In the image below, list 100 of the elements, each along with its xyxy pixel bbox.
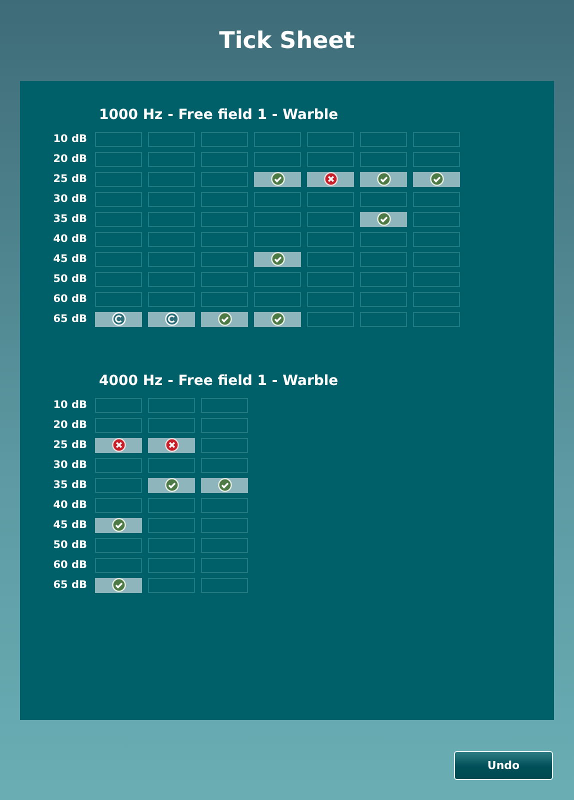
marked-cell[interactable]: [95, 312, 142, 326]
empty-cell[interactable]: [201, 578, 248, 592]
empty-cell[interactable]: [148, 272, 195, 286]
empty-cell[interactable]: [148, 212, 195, 226]
empty-cell[interactable]: [95, 292, 142, 306]
empty-cell[interactable]: [360, 192, 407, 206]
empty-cell[interactable]: [201, 518, 248, 532]
empty-cell[interactable]: [307, 192, 354, 206]
empty-cell[interactable]: [254, 292, 301, 306]
empty-cell[interactable]: [254, 272, 301, 286]
empty-cell[interactable]: [413, 132, 460, 146]
empty-cell[interactable]: [95, 272, 142, 286]
empty-cell[interactable]: [360, 232, 407, 246]
empty-cell[interactable]: [201, 212, 248, 226]
marked-cell[interactable]: [360, 172, 407, 186]
empty-cell[interactable]: [307, 252, 354, 266]
marked-cell[interactable]: [413, 172, 460, 186]
empty-cell[interactable]: [360, 132, 407, 146]
empty-cell[interactable]: [413, 292, 460, 306]
empty-cell[interactable]: [148, 498, 195, 512]
empty-cell[interactable]: [201, 152, 248, 166]
empty-cell[interactable]: [201, 292, 248, 306]
marked-cell[interactable]: [95, 578, 142, 592]
empty-cell[interactable]: [201, 252, 248, 266]
empty-cell[interactable]: [307, 232, 354, 246]
empty-cell[interactable]: [95, 498, 142, 512]
empty-cell[interactable]: [413, 152, 460, 166]
empty-cell[interactable]: [307, 292, 354, 306]
empty-cell[interactable]: [201, 438, 248, 452]
empty-cell[interactable]: [413, 252, 460, 266]
empty-cell[interactable]: [307, 212, 354, 226]
empty-cell[interactable]: [413, 192, 460, 206]
marked-cell[interactable]: [360, 212, 407, 226]
marked-cell[interactable]: [201, 478, 248, 492]
undo-button[interactable]: Undo: [454, 751, 553, 780]
empty-cell[interactable]: [95, 252, 142, 266]
marked-cell[interactable]: [95, 518, 142, 532]
empty-cell[interactable]: [148, 518, 195, 532]
empty-cell[interactable]: [148, 132, 195, 146]
empty-cell[interactable]: [95, 192, 142, 206]
empty-cell[interactable]: [360, 292, 407, 306]
empty-cell[interactable]: [360, 152, 407, 166]
empty-cell[interactable]: [148, 232, 195, 246]
empty-cell[interactable]: [95, 558, 142, 572]
empty-cell[interactable]: [413, 312, 460, 326]
empty-cell[interactable]: [95, 418, 142, 432]
empty-cell[interactable]: [360, 272, 407, 286]
empty-cell[interactable]: [413, 212, 460, 226]
empty-cell[interactable]: [201, 458, 248, 472]
empty-cell[interactable]: [95, 458, 142, 472]
empty-cell[interactable]: [95, 398, 142, 412]
empty-cell[interactable]: [201, 498, 248, 512]
empty-cell[interactable]: [254, 152, 301, 166]
empty-cell[interactable]: [148, 458, 195, 472]
empty-cell[interactable]: [307, 152, 354, 166]
empty-cell[interactable]: [307, 132, 354, 146]
empty-cell[interactable]: [360, 252, 407, 266]
empty-cell[interactable]: [254, 132, 301, 146]
marked-cell[interactable]: [254, 172, 301, 186]
empty-cell[interactable]: [307, 312, 354, 326]
marked-cell[interactable]: [148, 438, 195, 452]
empty-cell[interactable]: [201, 192, 248, 206]
empty-cell[interactable]: [148, 152, 195, 166]
empty-cell[interactable]: [148, 538, 195, 552]
empty-cell[interactable]: [201, 132, 248, 146]
empty-cell[interactable]: [201, 272, 248, 286]
marked-cell[interactable]: [254, 252, 301, 266]
marked-cell[interactable]: [95, 438, 142, 452]
empty-cell[interactable]: [148, 192, 195, 206]
empty-cell[interactable]: [148, 172, 195, 186]
empty-cell[interactable]: [95, 538, 142, 552]
empty-cell[interactable]: [413, 272, 460, 286]
marked-cell[interactable]: [201, 312, 248, 326]
empty-cell[interactable]: [148, 398, 195, 412]
marked-cell[interactable]: [148, 312, 195, 326]
empty-cell[interactable]: [201, 232, 248, 246]
empty-cell[interactable]: [95, 152, 142, 166]
empty-cell[interactable]: [95, 132, 142, 146]
empty-cell[interactable]: [95, 232, 142, 246]
empty-cell[interactable]: [254, 192, 301, 206]
empty-cell[interactable]: [148, 252, 195, 266]
empty-cell[interactable]: [307, 272, 354, 286]
empty-cell[interactable]: [148, 418, 195, 432]
empty-cell[interactable]: [95, 212, 142, 226]
marked-cell[interactable]: [148, 478, 195, 492]
empty-cell[interactable]: [95, 478, 142, 492]
empty-cell[interactable]: [201, 398, 248, 412]
empty-cell[interactable]: [201, 558, 248, 572]
empty-cell[interactable]: [413, 232, 460, 246]
empty-cell[interactable]: [95, 172, 142, 186]
empty-cell[interactable]: [148, 292, 195, 306]
empty-cell[interactable]: [201, 538, 248, 552]
empty-cell[interactable]: [148, 578, 195, 592]
empty-cell[interactable]: [254, 232, 301, 246]
empty-cell[interactable]: [201, 172, 248, 186]
empty-cell[interactable]: [254, 212, 301, 226]
marked-cell[interactable]: [307, 172, 354, 186]
empty-cell[interactable]: [201, 418, 248, 432]
empty-cell[interactable]: [360, 312, 407, 326]
empty-cell[interactable]: [148, 558, 195, 572]
